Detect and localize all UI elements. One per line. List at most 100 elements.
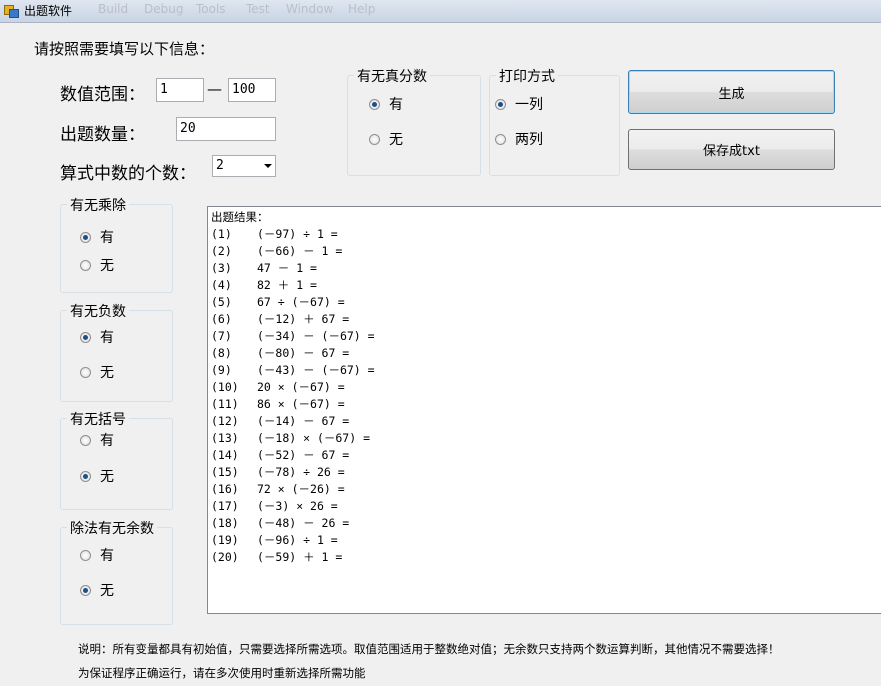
proper-fraction-no-radio[interactable]: 无 (369, 129, 403, 149)
radio-dot-icon (495, 133, 506, 145)
radio-label: 有 (389, 97, 403, 113)
result-line-expression: (－18) × (－67) = (257, 431, 371, 445)
count-label: 出题数量： (60, 125, 145, 145)
result-line-number: (7) (211, 329, 232, 343)
result-line: (6) (－12) ＋ 67 = (211, 311, 881, 328)
radio-dot-icon (80, 470, 91, 482)
result-line: (18) (－48) － 26 = (211, 515, 881, 532)
radio-dot-icon (495, 98, 506, 110)
radio-dot-icon (80, 549, 91, 561)
operand-count-select[interactable]: 2 (212, 155, 276, 177)
print-two-column-radio[interactable]: 两列 (495, 129, 543, 149)
result-line: (7) (－34) － (－67) = (211, 328, 881, 345)
proper-fraction-title: 有无真分数 (354, 66, 430, 86)
menu-window[interactable]: Window (286, 2, 333, 16)
menu-help[interactable]: Help (348, 2, 375, 16)
result-textbox[interactable]: 出题结果： (1) (－97) ÷ 1 = (2) (－66) － 1 = (3) 47 … (207, 206, 881, 614)
result-line-expression: 82 ＋ 1 = (257, 278, 317, 292)
radio-dot-icon (80, 434, 91, 446)
operand-count-label: 算式中数的个数： (60, 164, 196, 184)
menu-debug[interactable]: Debug (144, 2, 183, 16)
proper-fraction-group: 有无真分数 有 无 (347, 66, 481, 176)
print-mode-group: 打印方式 一列 两列 (489, 66, 620, 176)
window-title: 出题软件 (24, 4, 73, 18)
result-line-expression: (－78) ÷ 26 = (257, 465, 345, 479)
negative-group: 有无负数 有 无 (60, 301, 173, 402)
muldiv-title: 有无乘除 (67, 195, 129, 215)
remainder-no-radio[interactable]: 无 (80, 580, 114, 600)
result-line-expression: 47 － 1 = (257, 261, 317, 275)
result-line: (3) 47 － 1 = (211, 260, 881, 277)
count-input[interactable]: 20 (176, 117, 276, 141)
result-line: (17) (－3) × 26 = (211, 498, 881, 515)
negative-no-radio[interactable]: 无 (80, 362, 114, 382)
result-line-expression: (－12) ＋ 67 = (257, 312, 350, 326)
radio-label: 有 (100, 230, 114, 246)
muldiv-yes-radio[interactable]: 有 (80, 227, 114, 247)
negative-title: 有无负数 (67, 301, 129, 321)
radio-label: 无 (100, 583, 114, 599)
result-line: (14) (－52) － 67 = (211, 447, 881, 464)
result-line: (2) (－66) － 1 = (211, 243, 881, 260)
result-line-number: (15) (211, 465, 239, 479)
result-line: (8) (－80) － 67 = (211, 345, 881, 362)
range-max-input[interactable]: 100 (228, 78, 276, 102)
result-line-number: (11) (211, 397, 239, 411)
result-line-expression: 67 ÷ (－67) = (257, 295, 345, 309)
print-one-column-radio[interactable]: 一列 (495, 94, 543, 114)
menu-tools[interactable]: Tools (196, 2, 226, 16)
radio-dot-icon (369, 133, 380, 145)
result-line: (15) (－78) ÷ 26 = (211, 464, 881, 481)
radio-label: 有 (100, 548, 114, 564)
generate-button[interactable]: 生成 (628, 70, 835, 114)
result-line-expression: (－14) － 67 = (257, 414, 350, 428)
radio-label: 无 (389, 132, 403, 148)
muldiv-no-radio[interactable]: 无 (80, 255, 114, 275)
result-line: (13) (－18) × (－67) = (211, 430, 881, 447)
result-line-expression: (－52) － 67 = (257, 448, 350, 462)
save-txt-button[interactable]: 保存成txt (628, 129, 835, 170)
result-line-number: (6) (211, 312, 232, 326)
result-line-number: (13) (211, 431, 239, 445)
radio-label: 有 (100, 433, 114, 449)
result-line: (19) (－96) ÷ 1 = (211, 532, 881, 549)
radio-dot-icon (80, 259, 91, 271)
result-line-number: (4) (211, 278, 232, 292)
radio-dot-icon (369, 98, 380, 110)
range-separator: — (207, 80, 222, 98)
result-line-expression: (－97) ÷ 1 = (257, 227, 338, 241)
radio-label: 无 (100, 469, 114, 485)
brackets-no-radio[interactable]: 无 (80, 466, 114, 486)
proper-fraction-yes-radio[interactable]: 有 (369, 94, 403, 114)
radio-label: 一列 (515, 97, 543, 113)
menu-test[interactable]: Test (246, 2, 270, 16)
result-line-expression: (－66) － 1 = (257, 244, 343, 258)
range-label: 数值范围： (60, 85, 145, 105)
operand-count-value: 2 (216, 158, 224, 173)
brackets-group: 有无括号 有 无 (60, 409, 173, 510)
remainder-yes-radio[interactable]: 有 (80, 545, 114, 565)
brackets-yes-radio[interactable]: 有 (80, 430, 114, 450)
radio-label: 两列 (515, 132, 543, 148)
radio-dot-icon (80, 584, 91, 596)
result-line-expression: (－43) － (－67) = (257, 363, 375, 377)
menu-build[interactable]: Build (98, 2, 128, 16)
result-line-number: (18) (211, 516, 239, 530)
result-line-number: (14) (211, 448, 239, 462)
print-mode-title: 打印方式 (496, 66, 558, 86)
muldiv-group: 有无乘除 有 无 (60, 195, 173, 293)
result-line-number: (5) (211, 295, 232, 309)
result-line-number: (16) (211, 482, 239, 496)
result-line-number: (8) (211, 346, 232, 360)
title-bar: 出题软件 Build Debug Tools Test Window Help (0, 0, 881, 23)
result-line-expression: (－96) ÷ 1 = (257, 533, 338, 547)
negative-yes-radio[interactable]: 有 (80, 327, 114, 347)
radio-label: 有 (100, 330, 114, 346)
brackets-title: 有无括号 (67, 409, 129, 429)
range-min-input[interactable]: 1 (156, 78, 204, 102)
result-line-number: (19) (211, 533, 239, 547)
result-line: (10) 20 × (－67) = (211, 379, 881, 396)
result-line-number: (17) (211, 499, 239, 513)
radio-label: 无 (100, 258, 114, 274)
result-lines: (1) (－97) ÷ 1 = (2) (－66) － 1 = (3) 47 － 1 =(… (211, 226, 881, 566)
